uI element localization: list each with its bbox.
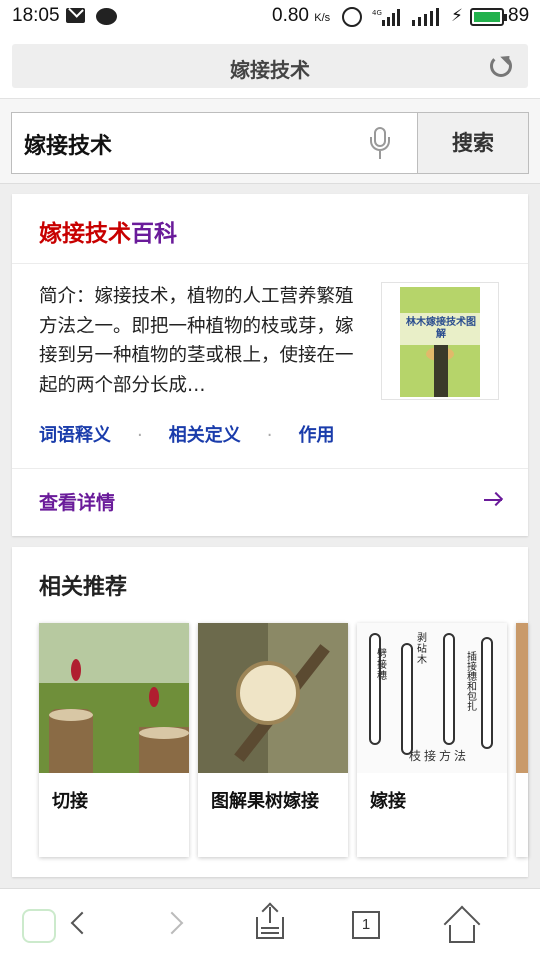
baike-keyword: 嫁接技术 bbox=[39, 221, 131, 247]
baike-title[interactable]: 嫁接技术百科 bbox=[39, 214, 177, 248]
battery-level: 89 bbox=[508, 5, 530, 26]
related-item-label: 嫁接 bbox=[370, 791, 406, 812]
related-item[interactable]: 图解果树嫁接 bbox=[198, 623, 348, 857]
search-button[interactable]: 搜索 bbox=[417, 112, 529, 174]
browser-title-bar: 嫁接技术 bbox=[0, 34, 540, 98]
diagram-label: 剥砧木 bbox=[417, 633, 427, 666]
status-time: 18:05 bbox=[12, 5, 60, 26]
related-image-diagram: 劈接穗 剥砧木 插接穗和包扎 枝接方法 bbox=[357, 623, 507, 773]
network-speed-unit: K/s bbox=[314, 12, 331, 24]
view-details-link[interactable]: 查看详情 bbox=[39, 488, 115, 515]
signal-icon bbox=[412, 8, 439, 26]
related-item-label: 切接 bbox=[52, 791, 88, 812]
baike-summary[interactable]: 简介：嫁接技术，植物的人工营养繁殖方法之一。即把一种植物的枝或芽，嫁接到另一种植… bbox=[39, 282, 357, 400]
network-speed: 0.80 K/s bbox=[272, 5, 330, 27]
link-function[interactable]: 作用 bbox=[298, 425, 334, 446]
tabs-icon[interactable]: 1 bbox=[352, 911, 380, 939]
related-item-peek[interactable] bbox=[516, 623, 528, 857]
search-input[interactable]: 嫁接技术 bbox=[11, 112, 418, 174]
search-input-value: 嫁接技术 bbox=[24, 134, 113, 159]
diagram-label: 劈接穗 bbox=[377, 649, 387, 682]
status-bar: 18:05 0.80 K/s 4G ⚡ 89 bbox=[0, 0, 540, 34]
divider bbox=[12, 468, 528, 469]
related-item-label: 图解果树嫁接 bbox=[211, 791, 319, 812]
link-related-definition[interactable]: 相关定义 bbox=[169, 425, 241, 446]
charging-icon: ⚡ bbox=[451, 6, 463, 26]
diagram-caption: 枝接方法 bbox=[409, 749, 470, 763]
baike-card: 嫁接技术百科 简介：嫁接技术，植物的人工营养繁殖方法之一。即把一种植物的枝或芽，… bbox=[12, 194, 528, 536]
bottom-toolbar: 1 bbox=[0, 888, 540, 960]
microphone-icon[interactable] bbox=[370, 127, 390, 161]
related-image-cleft-grafting bbox=[39, 623, 189, 773]
refresh-icon[interactable] bbox=[490, 55, 512, 77]
search-row: 嫁接技术 搜索 bbox=[0, 98, 540, 184]
page-title: 嫁接技术 bbox=[230, 58, 310, 82]
related-item[interactable]: 劈接穗 剥砧木 插接穗和包扎 枝接方法 嫁接 bbox=[357, 623, 507, 857]
link-word-definition[interactable]: 词语释义 bbox=[39, 425, 111, 446]
book-cover-image: 林木嫁接技术图解 bbox=[400, 287, 480, 397]
home-icon[interactable] bbox=[440, 903, 484, 947]
alarm-icon bbox=[342, 7, 362, 27]
mail-icon bbox=[66, 8, 85, 23]
forward-icon[interactable] bbox=[154, 903, 198, 947]
book-title: 林木嫁接技术图解 bbox=[406, 317, 476, 340]
related-item[interactable]: 切接 bbox=[39, 623, 189, 857]
network-type-label: 4G bbox=[372, 9, 382, 17]
baike-suffix: 百科 bbox=[131, 221, 177, 247]
network-speed-value: 0.80 bbox=[272, 5, 309, 26]
arrow-right-icon[interactable] bbox=[484, 491, 504, 508]
baike-links: 词语释义 · 相关定义 · 作用 bbox=[39, 425, 335, 446]
divider bbox=[12, 263, 528, 264]
battery-icon bbox=[470, 8, 507, 26]
related-title: 相关推荐 bbox=[39, 575, 128, 600]
back-icon[interactable] bbox=[56, 903, 100, 947]
baike-thumbnail[interactable]: 林木嫁接技术图解 bbox=[381, 282, 499, 400]
address-bar[interactable]: 嫁接技术 bbox=[12, 44, 528, 88]
signal-4g-icon: 4G bbox=[372, 9, 400, 26]
related-card: 相关推荐 切接 图解果树嫁接 劈接穗 剥砧木 插接穗和包扎 枝接方法 嫁接 bbox=[12, 547, 528, 877]
chat-icon bbox=[96, 8, 117, 25]
diagram-label: 插接穗和包扎 bbox=[467, 652, 477, 713]
related-image-fruit-tree bbox=[198, 623, 348, 773]
logo-icon bbox=[22, 909, 56, 943]
share-icon[interactable] bbox=[246, 902, 290, 947]
